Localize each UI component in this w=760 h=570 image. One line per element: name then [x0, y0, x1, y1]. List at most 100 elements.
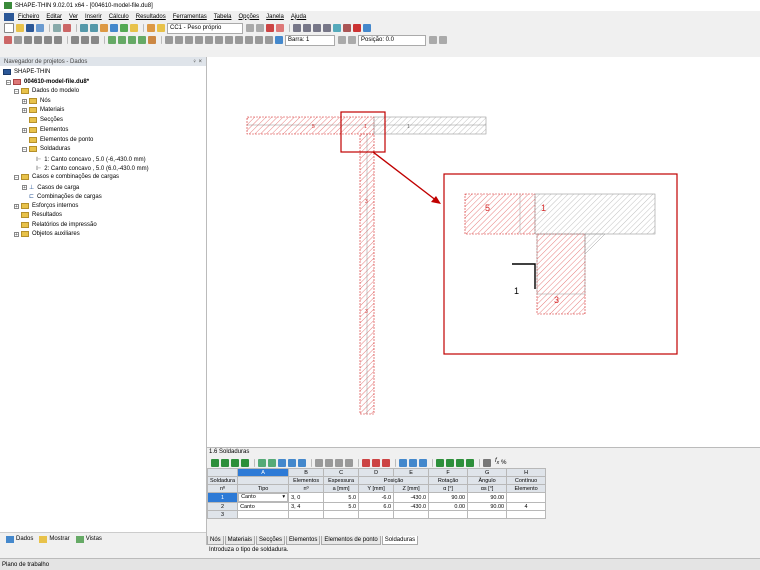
copy-icon[interactable] — [195, 36, 203, 44]
expand-icon[interactable]: + — [22, 107, 27, 113]
tree-root[interactable]: SHAPE-THIN — [3, 69, 50, 75]
expand-icon[interactable]: + — [14, 231, 19, 237]
table-icon[interactable] — [303, 24, 311, 32]
tab-materials[interactable]: Materiais — [224, 536, 256, 545]
calculate-icon[interactable] — [120, 24, 128, 32]
table-row[interactable]: 1 Canto ▾ 3, 0 5.0 -6.0 -430.0 90.00 90.0… — [206, 492, 547, 503]
tab-point-elements[interactable]: Elementos de ponto — [321, 536, 381, 545]
tree-item-auxiliary-objects[interactable]: + Objetos auxiliares — [14, 231, 80, 237]
col-letter-h[interactable]: H — [506, 468, 547, 477]
tab-elements[interactable]: Elementos — [286, 536, 321, 545]
row-number[interactable]: 1 — [206, 492, 239, 503]
loadcase-select[interactable]: CC1 - Peso próprio — [167, 22, 243, 34]
table-cell[interactable]: -430.0 — [393, 492, 430, 503]
node-icon[interactable] — [24, 36, 32, 44]
table-cell[interactable] — [506, 492, 547, 503]
collapse-icon[interactable]: − — [22, 146, 27, 152]
tab-nodes[interactable]: Nós — [207, 536, 224, 545]
stretch-icon[interactable] — [175, 36, 183, 44]
menu-janela[interactable]: Janela — [266, 14, 284, 20]
table-cell[interactable] — [323, 510, 360, 519]
view-front-icon[interactable] — [118, 36, 126, 44]
chevron-down-icon[interactable]: ▾ — [282, 494, 285, 501]
table-cell[interactable]: 90.00 — [467, 502, 508, 511]
color-icon[interactable] — [275, 36, 283, 44]
columns-icon[interactable] — [335, 458, 343, 467]
table-cell[interactable] — [428, 510, 469, 519]
print-report-icon[interactable] — [63, 24, 71, 32]
menu-ver[interactable]: Ver — [69, 14, 78, 20]
menu-calculo[interactable]: Cálculo — [109, 14, 129, 20]
folder-icon[interactable] — [157, 24, 165, 32]
save-all-icon[interactable] — [36, 24, 44, 32]
previous-icon[interactable] — [246, 24, 254, 32]
filter-icon[interactable] — [268, 458, 276, 467]
new-file-icon[interactable] — [4, 23, 14, 33]
rectangle-icon[interactable] — [255, 36, 263, 44]
search-icon[interactable] — [298, 458, 306, 467]
table-cell[interactable]: Canto — [237, 502, 290, 511]
tree-item-load-cases[interactable]: + ⊥ Casos de carga — [22, 184, 79, 191]
tree-item-elements[interactable]: + Elementos — [22, 127, 68, 133]
element-icon[interactable] — [34, 36, 42, 44]
circle-icon[interactable] — [245, 36, 253, 44]
table-row[interactable]: 3 — [206, 510, 547, 519]
tab-show[interactable]: Mostrar — [39, 535, 70, 543]
navigator-pin-close[interactable]: ♀ × — [192, 59, 202, 65]
weld-icon[interactable] — [54, 36, 62, 44]
table-cell[interactable] — [467, 510, 508, 519]
insert-row-icon[interactable] — [211, 458, 219, 467]
divide-icon[interactable] — [215, 36, 223, 44]
rotate-icon[interactable] — [333, 24, 341, 32]
redo-icon[interactable] — [90, 24, 98, 32]
col-letter-a[interactable]: A — [237, 468, 290, 477]
arrow-icon[interactable] — [4, 36, 12, 44]
menu-resultados[interactable]: Resultados — [136, 14, 166, 20]
next-icon[interactable] — [256, 24, 264, 32]
render-icon[interactable] — [148, 36, 156, 44]
col-letter-g[interactable]: G — [467, 468, 508, 477]
print-icon[interactable] — [53, 24, 61, 32]
snap-icon[interactable] — [235, 36, 243, 44]
expand-icon[interactable]: + — [22, 185, 27, 191]
tree-item-load-combinations[interactable]: ⊏ Combinações de cargas — [29, 193, 102, 201]
join-icon[interactable] — [225, 36, 233, 44]
sort-desc-icon[interactable] — [325, 458, 333, 467]
grid-icon[interactable] — [313, 24, 321, 32]
tree-item-nodes[interactable]: + Nós — [22, 98, 51, 104]
view-side-icon[interactable] — [128, 36, 136, 44]
comment-icon[interactable] — [81, 36, 89, 44]
table-cell[interactable] — [358, 510, 395, 519]
table-cell[interactable] — [237, 510, 290, 519]
position-prev-icon[interactable] — [429, 36, 437, 44]
guideline-icon[interactable] — [91, 36, 99, 44]
flange-left-element[interactable] — [246, 116, 375, 135]
tree-item-results[interactable]: Resultados — [21, 212, 62, 218]
expand-icon[interactable]: + — [14, 203, 19, 209]
tab-views[interactable]: Vistas — [75, 535, 102, 543]
row-number[interactable]: 2 — [206, 502, 239, 511]
collapse-icon[interactable]: − — [6, 79, 11, 85]
view-table-icon[interactable] — [483, 458, 491, 467]
menu-editar[interactable]: Editar — [46, 14, 62, 20]
color-scale-icon[interactable] — [446, 458, 454, 467]
type-select[interactable]: Canto ▾ — [238, 493, 289, 502]
excel-icon[interactable] — [419, 458, 427, 467]
view-top-icon[interactable] — [138, 36, 146, 44]
deformation-icon[interactable] — [276, 24, 284, 32]
tree-item-sections[interactable]: Secções — [29, 117, 63, 123]
col-letter-c[interactable]: C — [323, 468, 360, 477]
table-cell[interactable]: -430.0 — [393, 502, 430, 511]
expand-icon[interactable]: + — [22, 98, 27, 104]
tree-item-print-reports[interactable]: Relatórios de impressão — [21, 222, 97, 228]
bar-next-icon[interactable] — [348, 36, 356, 44]
undo-icon[interactable] — [80, 24, 88, 32]
results-icon[interactable] — [130, 24, 138, 32]
section-icon[interactable] — [323, 24, 331, 32]
chart-icon[interactable] — [456, 458, 464, 467]
graphic-select-icon[interactable] — [345, 458, 353, 467]
unmark-icon[interactable] — [382, 458, 390, 467]
menu-tabela[interactable]: Tabela — [214, 14, 232, 20]
expand-icon[interactable]: + — [22, 127, 27, 133]
undo-table-icon[interactable] — [278, 458, 286, 467]
